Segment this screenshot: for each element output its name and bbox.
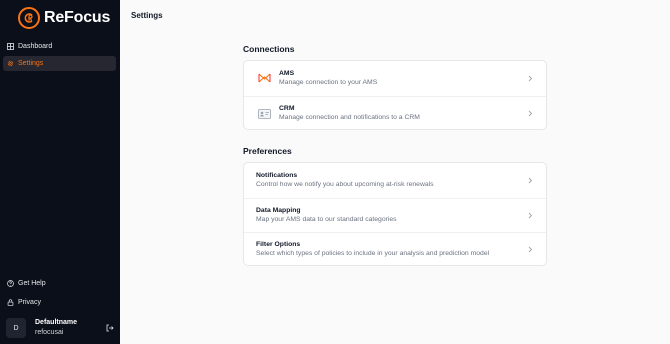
connections-heading: Connections: [243, 44, 295, 54]
lock-icon: [7, 299, 14, 306]
preference-data-mapping[interactable]: Data Mapping Map your AMS data to our st…: [244, 198, 546, 232]
sidebar: ReFocus Dashboard Settings Get Help Priv…: [0, 0, 120, 344]
chevron-right-icon: [526, 74, 534, 82]
refocus-logo-icon: [18, 7, 40, 29]
chevron-right-icon: [526, 212, 534, 220]
user-name: Defaultname: [35, 319, 78, 326]
user-handle: refocusai: [35, 329, 64, 336]
page-title: Settings: [131, 11, 163, 20]
connection-crm[interactable]: CRM Manage connection and notifications …: [244, 96, 546, 130]
dashboard-icon: [7, 43, 14, 50]
sidebar-item-label: Settings: [18, 60, 44, 67]
id-card-icon: [257, 107, 271, 121]
row-description: Select which types of policies to includ…: [256, 250, 490, 257]
chevron-right-icon: [526, 246, 534, 254]
help-circle-icon: [7, 280, 14, 287]
brand-logo[interactable]: ReFocus: [18, 6, 110, 30]
chevron-right-icon: [526, 110, 534, 118]
sidebar-item-dashboard[interactable]: Dashboard: [3, 39, 116, 54]
row-title: Data Mapping: [256, 207, 301, 214]
sidebar-item-get-help[interactable]: Get Help: [3, 276, 116, 291]
ams-logo-icon: [257, 71, 271, 85]
user-profile: D Defaultname refocusai: [3, 316, 117, 340]
sidebar-item-label: Dashboard: [18, 43, 53, 50]
sidebar-item-settings[interactable]: Settings: [3, 56, 116, 71]
row-description: Map your AMS data to our standard catego…: [256, 216, 397, 223]
row-title: Filter Options: [256, 241, 301, 248]
connections-card: AMS Manage connection to your AMS CRM Ma…: [243, 60, 547, 130]
preference-notifications[interactable]: Notifications Control how we notify you …: [244, 163, 546, 197]
chevron-right-icon: [526, 176, 534, 184]
sidebar-item-label: Get Help: [18, 280, 46, 287]
row-title: AMS: [279, 69, 295, 77]
row-description: Control how we notify you about upcoming…: [256, 180, 434, 188]
row-description: Manage connection to your AMS: [279, 78, 378, 86]
sidebar-item-privacy[interactable]: Privacy: [3, 295, 116, 310]
preferences-heading: Preferences: [243, 146, 292, 156]
logout-icon[interactable]: [105, 323, 115, 333]
avatar[interactable]: D: [6, 318, 26, 338]
connection-ams[interactable]: AMS Manage connection to your AMS: [244, 61, 546, 95]
row-description: Manage connection and notifications to a…: [279, 114, 420, 121]
brand-name: ReFocus: [44, 9, 111, 26]
preferences-card: Notifications Control how we notify you …: [243, 162, 547, 266]
row-title: Notifications: [256, 171, 298, 179]
sidebar-item-label: Privacy: [18, 299, 41, 306]
preference-filter-options[interactable]: Filter Options Select which types of pol…: [244, 232, 546, 266]
gear-icon: [7, 60, 14, 67]
row-title: CRM: [279, 105, 295, 112]
